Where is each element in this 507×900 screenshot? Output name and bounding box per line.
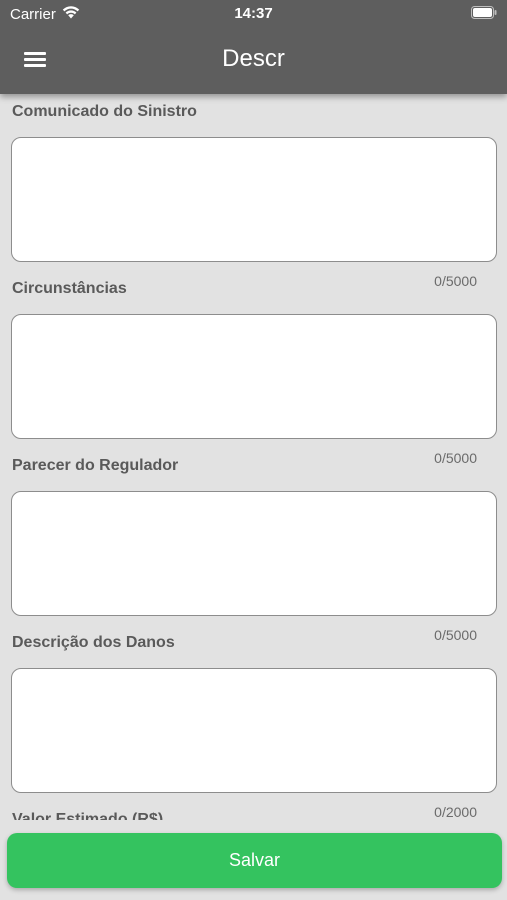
char-counter: 0/5000: [434, 450, 477, 466]
battery-icon: [471, 6, 497, 19]
circunstancias-textarea[interactable]: [11, 314, 497, 439]
parecer-regulador-textarea[interactable]: [11, 491, 497, 616]
field-label: Comunicado do Sinistro: [12, 103, 197, 120]
page-title: Descr: [222, 45, 285, 72]
form-content: Comunicado do Sinistro 0/5000 Circunstân…: [0, 94, 507, 820]
field-label: Parecer do Regulador: [12, 457, 179, 474]
comunicado-sinistro-textarea[interactable]: [11, 137, 497, 262]
save-button[interactable]: Salvar: [7, 833, 502, 888]
status-time: 14:37: [234, 5, 273, 22]
char-counter: 0/2000: [434, 804, 477, 820]
char-counter: 0/5000: [434, 627, 477, 643]
status-bar: Carrier 14:37: [0, 0, 507, 30]
field-label: Valor Estimado (R$): [12, 811, 164, 820]
field-label: Descrição dos Danos: [12, 634, 175, 651]
app-header: Carrier 14:37 Descr: [0, 0, 507, 94]
field-label: Circunstâncias: [12, 280, 127, 297]
descricao-danos-textarea[interactable]: [11, 668, 497, 793]
char-counter: 0/5000: [434, 273, 477, 289]
